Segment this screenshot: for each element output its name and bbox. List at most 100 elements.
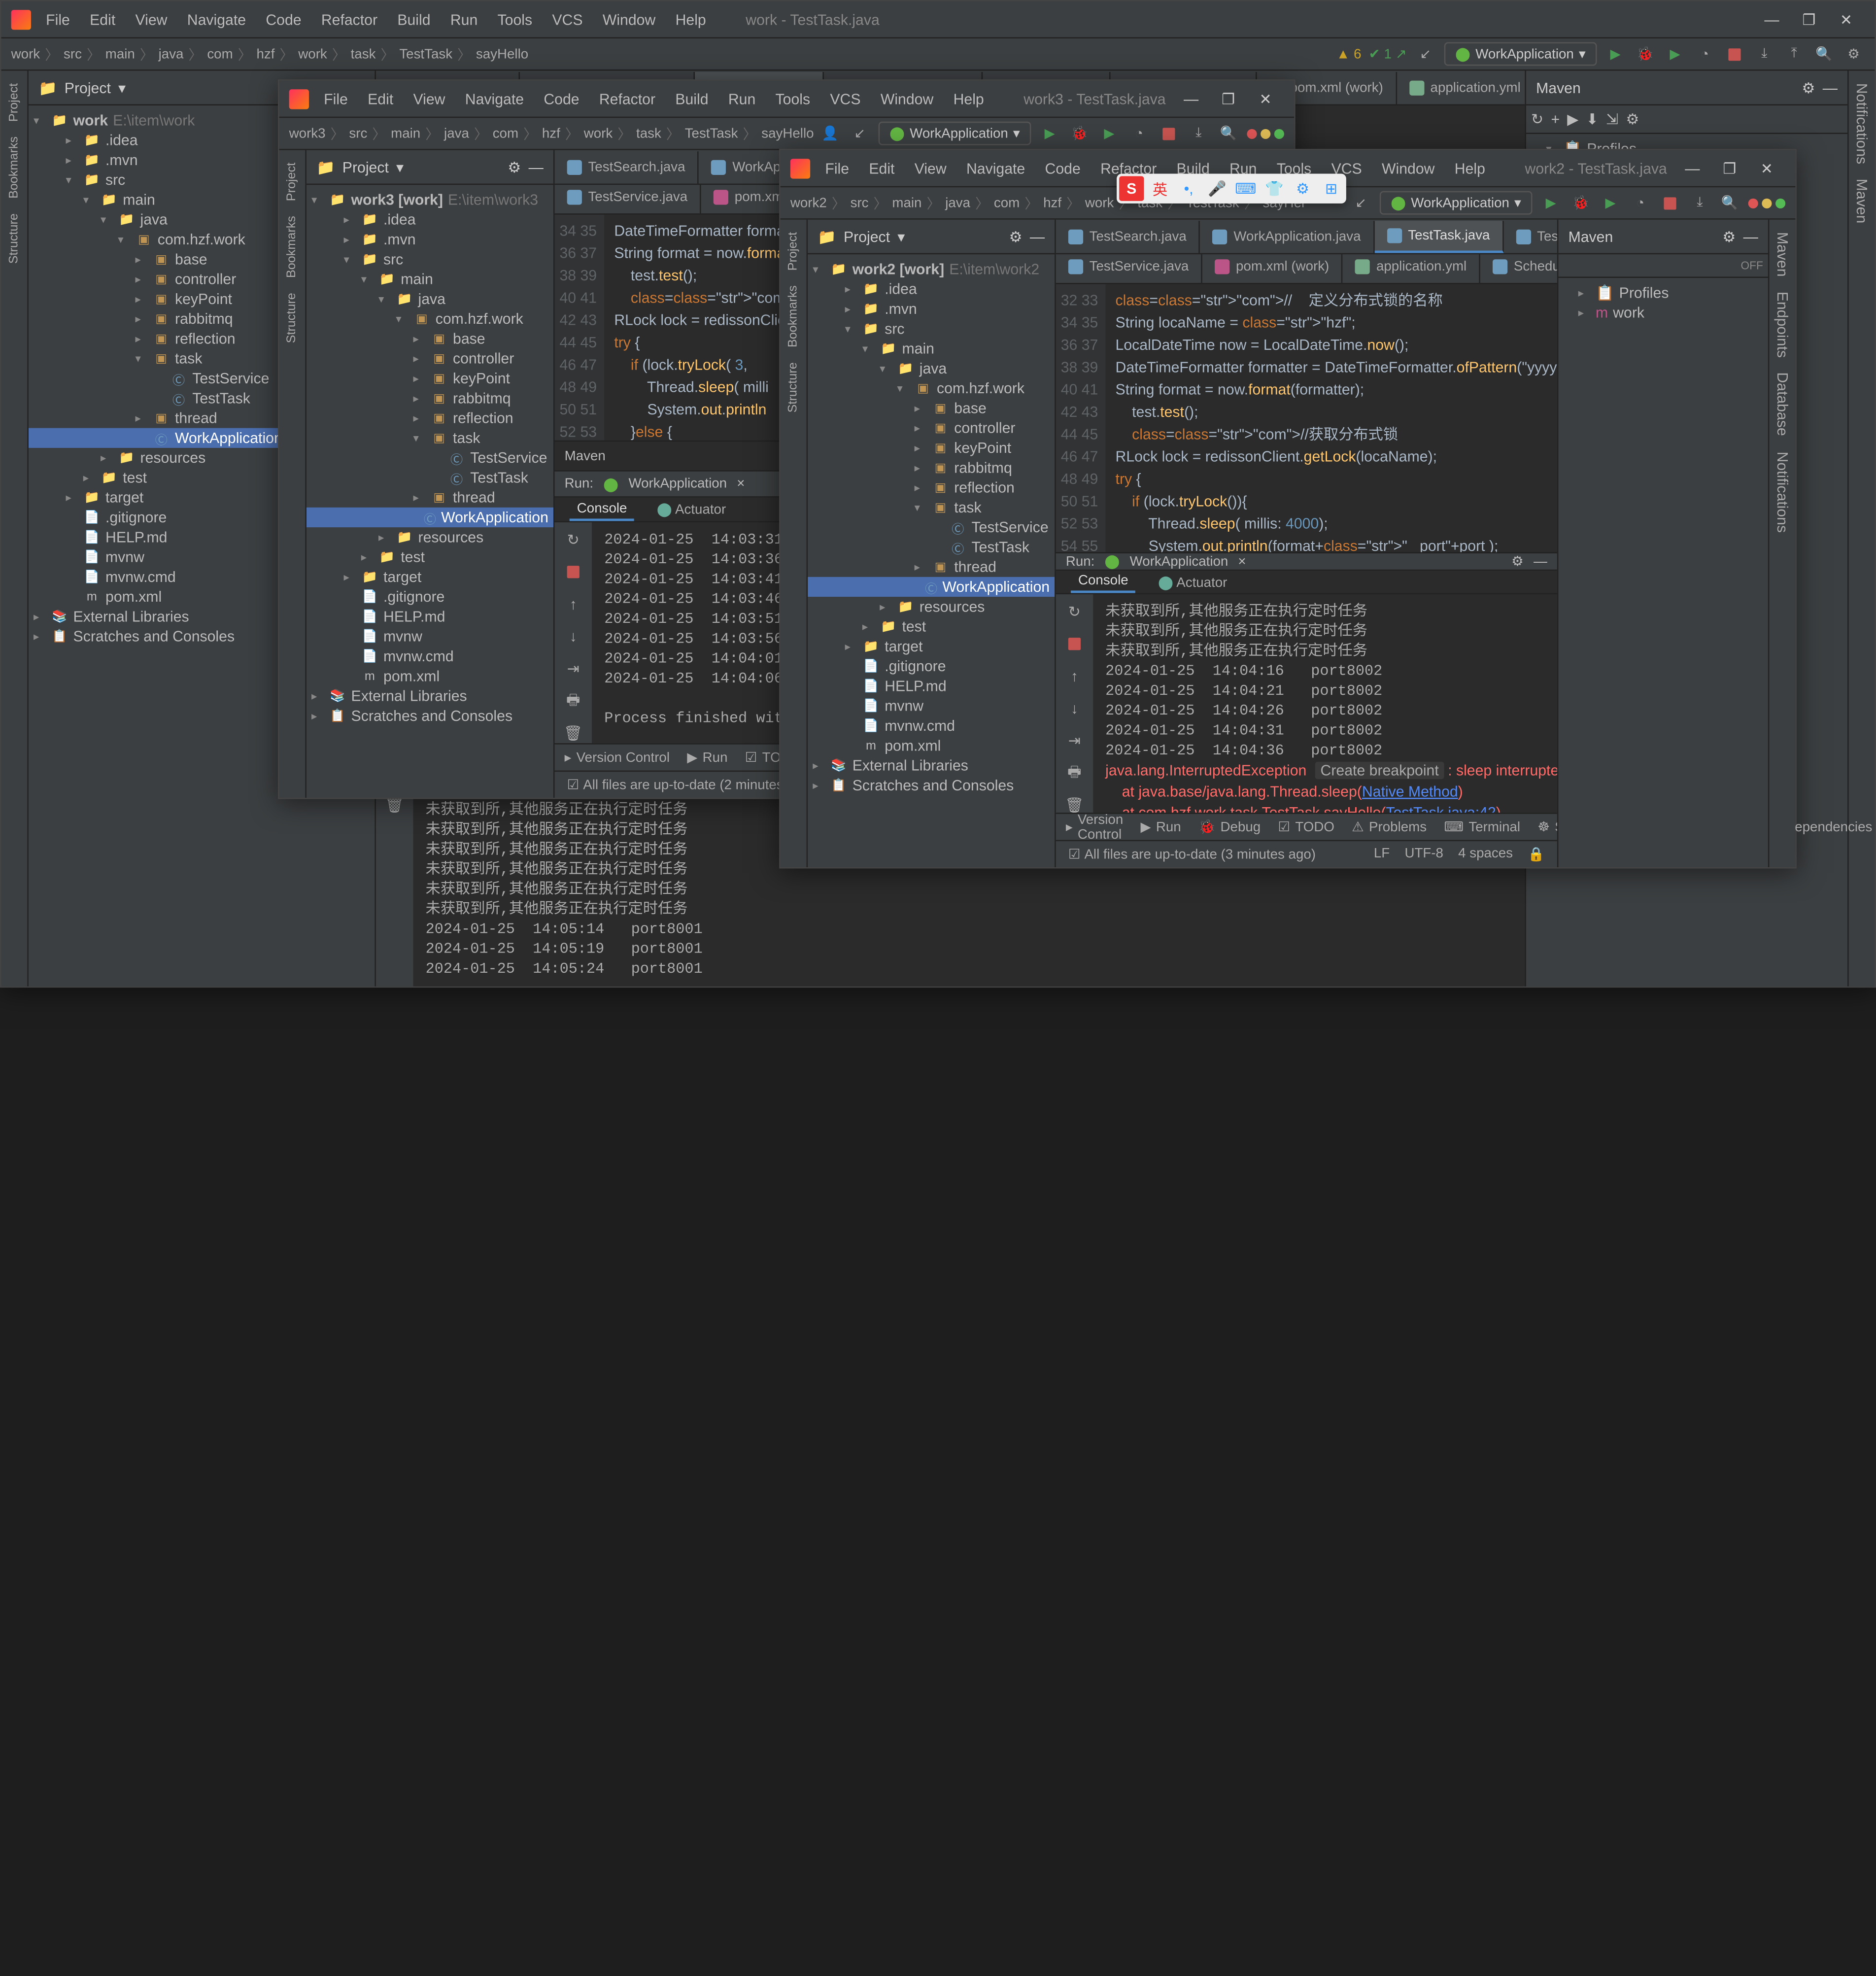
tree-item-resources[interactable]: ▸📁resources	[808, 597, 1055, 616]
maximize-button[interactable]: ❐	[1790, 5, 1828, 33]
toolwindow-todo[interactable]: ☑ TODO	[1278, 819, 1334, 835]
tree-item--idea[interactable]: ▸📁.idea	[307, 210, 553, 230]
tree-item-help-md[interactable]: 📄HELP.md	[307, 607, 553, 626]
menu-edit[interactable]: Edit	[859, 157, 904, 179]
tree-item--mvn[interactable]: ▸📁.mvn	[808, 299, 1055, 319]
menu-window[interactable]: Window	[871, 88, 944, 110]
vcs-icon[interactable]: ↙	[1414, 43, 1436, 65]
menu-vcs[interactable]: VCS	[820, 88, 870, 110]
tree-item-testservice[interactable]: ⒸTestService	[307, 448, 553, 468]
profile-button[interactable]: ◔	[1694, 43, 1716, 65]
close-button[interactable]: ✕	[1748, 154, 1786, 181]
tree-item-pom-xml[interactable]: mpom.xml	[808, 736, 1055, 755]
menu-navigate[interactable]: Navigate	[455, 88, 534, 110]
maven-settings-icon[interactable]: ⚙	[1802, 79, 1815, 96]
toolwindow-terminal[interactable]: ⌨ Terminal	[1444, 819, 1520, 835]
menu-run[interactable]: Run	[441, 8, 488, 30]
minimize-button[interactable]: —	[1172, 85, 1210, 112]
code-editor[interactable]: class=class="str">"com">// 定义分布式锁的名称 Str…	[1105, 284, 1557, 552]
maven-crumb[interactable]: Maven	[565, 448, 606, 463]
debug-button[interactable]: 🐞	[1569, 192, 1592, 214]
tree-item-mvnw[interactable]: 📄mvnw	[808, 696, 1055, 716]
run-button[interactable]: ▶	[1540, 192, 1562, 214]
maven-tool-button[interactable]: Maven	[1853, 179, 1870, 224]
menu-navigate[interactable]: Navigate	[956, 157, 1035, 179]
tree-item-keypoint[interactable]: ▸▣keyPoint	[307, 369, 553, 388]
menu-refactor[interactable]: Refactor	[311, 8, 387, 30]
tree-item-reflection[interactable]: ▸▣reflection	[307, 408, 553, 428]
menu-edit[interactable]: Edit	[80, 8, 125, 30]
menu-view[interactable]: View	[905, 157, 956, 179]
menu-view[interactable]: View	[403, 88, 455, 110]
tree-item-base[interactable]: ▸▣base	[307, 329, 553, 348]
menu-code[interactable]: Code	[256, 8, 311, 30]
tab-application-yml[interactable]: application.yml	[1397, 72, 1525, 104]
menu-vcs[interactable]: VCS	[542, 8, 592, 30]
tree-item-testservice[interactable]: ⒸTestService	[808, 517, 1055, 537]
notifications-tool-button[interactable]: Notifications	[1853, 83, 1870, 165]
tree-item-java[interactable]: ▾📁java	[307, 289, 553, 309]
tree-item-rabbitmq[interactable]: ▸▣rabbitmq	[307, 388, 553, 408]
run-button[interactable]: ▶	[1604, 43, 1627, 65]
tree-item-thread[interactable]: ▸▣thread	[808, 557, 1055, 577]
menu-window[interactable]: Window	[1372, 157, 1445, 179]
menu-code[interactable]: Code	[534, 88, 589, 110]
tab-testcontroller-java[interactable]: TestController.java	[1503, 221, 1557, 253]
tab-testsearch-java[interactable]: TestSearch.java	[554, 151, 699, 183]
minimize-button[interactable]: —	[1753, 5, 1791, 33]
stop-button[interactable]	[1158, 122, 1180, 144]
tab-testservice-java[interactable]: TestService.java	[554, 185, 701, 213]
tree-item-task[interactable]: ▾▣task	[808, 498, 1055, 517]
toolwindow-run[interactable]: ▶ Run	[687, 750, 727, 766]
tree-item-controller[interactable]: ▸▣controller	[808, 418, 1055, 438]
menu-edit[interactable]: Edit	[358, 88, 403, 110]
menu-file[interactable]: File	[314, 88, 358, 110]
tree-item-thread[interactable]: ▸▣thread	[307, 488, 553, 508]
stop-button[interactable]	[1659, 192, 1681, 214]
menu-file[interactable]: File	[815, 157, 859, 179]
tree-item-workapplication[interactable]: ⒸWorkApplication	[307, 508, 553, 527]
debug-button[interactable]: 🐞	[1634, 43, 1656, 65]
stop-button[interactable]	[1723, 43, 1745, 65]
tree-item-mvnw[interactable]: 📄mvnw	[307, 627, 553, 647]
tab-workapplication-java[interactable]: WorkApplication.java	[1200, 221, 1374, 253]
toolwindow-run[interactable]: ▶ Run	[1141, 819, 1181, 835]
menu-build[interactable]: Build	[387, 8, 440, 30]
tree-item-mvnw-cmd[interactable]: 📄mvnw.cmd	[307, 647, 553, 666]
project-tool-button[interactable]: Project	[7, 83, 21, 122]
toolwindow-problems[interactable]: ⚠ Problems	[1352, 819, 1427, 835]
menu-help[interactable]: Help	[1445, 157, 1495, 179]
menu-view[interactable]: View	[125, 8, 177, 30]
tree-item-reflection[interactable]: ▸▣reflection	[808, 477, 1055, 497]
menu-tools[interactable]: Tools	[487, 8, 542, 30]
tab-pom-xml-work-[interactable]: pom.xml (work)	[1202, 254, 1343, 283]
maven-hide-icon[interactable]: —	[1823, 79, 1838, 96]
tree-item-com-hzf-work[interactable]: ▾▣com.hzf.work	[307, 309, 553, 329]
tree-item-workapplication[interactable]: ⒸWorkApplication	[808, 577, 1055, 597]
menu-help[interactable]: Help	[943, 88, 993, 110]
tree-item-controller[interactable]: ▸▣controller	[307, 349, 553, 369]
tab-testsearch-java[interactable]: TestSearch.java	[1056, 221, 1200, 253]
menu-window[interactable]: Window	[593, 8, 666, 30]
tree-item-java[interactable]: ▾📁java	[808, 359, 1055, 378]
debug-button[interactable]: 🐞	[1068, 122, 1091, 144]
menu-code[interactable]: Code	[1035, 157, 1091, 179]
toolwindow-version-control[interactable]: ▸ Version Control	[565, 750, 670, 766]
run-button[interactable]: ▶	[1039, 122, 1061, 144]
menu-file[interactable]: File	[36, 8, 80, 30]
tree-item-base[interactable]: ▸▣base	[808, 398, 1055, 418]
tree-item-rabbitmq[interactable]: ▸▣rabbitmq	[808, 458, 1055, 477]
git-pull-icon[interactable]: ⤓	[1753, 43, 1775, 65]
tree-item-main[interactable]: ▾📁main	[808, 339, 1055, 358]
tree-item-target[interactable]: ▸📁target	[307, 567, 553, 587]
tree-item-help-md[interactable]: 📄HELP.md	[808, 676, 1055, 696]
tree-item-main[interactable]: ▾📁main	[307, 269, 553, 289]
maximize-button[interactable]: ❐	[1210, 85, 1247, 112]
maximize-button[interactable]: ❐	[1711, 154, 1748, 181]
bookmarks-tool-button[interactable]: Bookmarks	[7, 136, 21, 199]
run-config-selector[interactable]: ⬤WorkApplication ▾	[878, 122, 1031, 145]
structure-tool-button[interactable]: Structure	[7, 213, 21, 264]
tree-item-mvnw-cmd[interactable]: 📄mvnw.cmd	[808, 716, 1055, 736]
tree-item-target[interactable]: ▸📁target	[808, 637, 1055, 656]
breadcrumb[interactable]: work〉src〉main〉java〉com〉hzf〉work〉task〉Tes…	[11, 44, 528, 64]
